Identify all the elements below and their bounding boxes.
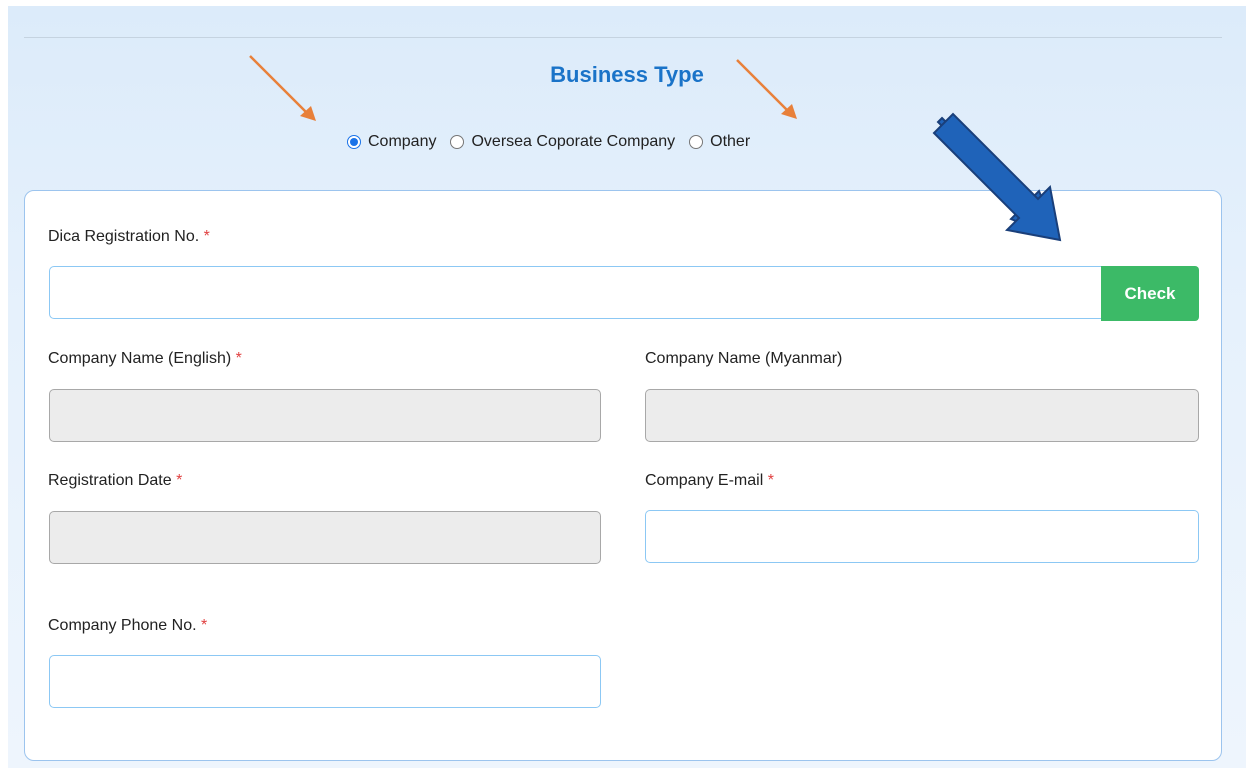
radio-checked-icon[interactable] bbox=[347, 135, 361, 149]
company-name-myanmar-label: Company Name (Myanmar) bbox=[645, 350, 843, 367]
company-name-english-label: Company Name (English) * bbox=[48, 350, 242, 367]
radio-label-company: Company bbox=[368, 133, 437, 150]
radio-company[interactable]: Company bbox=[347, 133, 436, 151]
company-phone-label: Company Phone No. * bbox=[48, 617, 208, 634]
company-name-english-input bbox=[49, 389, 601, 442]
business-type-title: Business Type bbox=[550, 62, 704, 87]
company-email-input[interactable] bbox=[645, 510, 1199, 563]
radio-oversea-coporate-company[interactable]: Oversea Coporate Company bbox=[450, 133, 675, 151]
dica-registration-input[interactable] bbox=[49, 266, 1103, 319]
business-type-radio-group: Company Oversea Coporate Company Other bbox=[347, 130, 764, 154]
company-name-myanmar-input bbox=[645, 389, 1199, 442]
radio-unchecked-icon[interactable] bbox=[689, 135, 704, 149]
dica-registration-label: Dica Registration No. * bbox=[48, 228, 210, 245]
radio-unchecked-icon[interactable] bbox=[450, 135, 465, 149]
registration-date-label: Registration Date * bbox=[48, 472, 183, 489]
radio-other[interactable]: Other bbox=[689, 133, 750, 151]
divider bbox=[24, 37, 1222, 38]
check-button[interactable]: Check bbox=[1101, 266, 1199, 321]
radio-label-oversea: Oversea Coporate Company bbox=[471, 133, 676, 150]
radio-label-other: Other bbox=[710, 133, 751, 150]
registration-date-input bbox=[49, 511, 601, 564]
company-phone-input[interactable] bbox=[49, 655, 601, 708]
company-email-label: Company E-mail * bbox=[645, 472, 774, 489]
